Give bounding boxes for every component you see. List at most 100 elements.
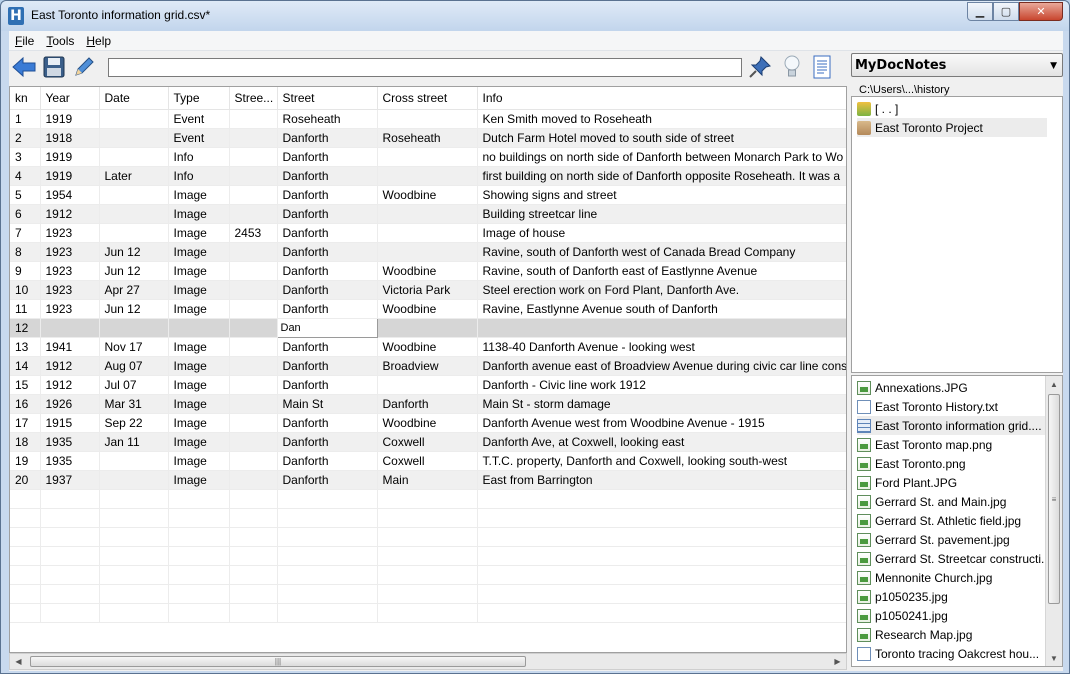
table-cell[interactable]: Jun 12 bbox=[99, 242, 169, 262]
table-cell[interactable]: 1935 bbox=[40, 451, 100, 471]
table-cell[interactable]: Image bbox=[168, 451, 230, 471]
table-cell[interactable]: Image of house bbox=[477, 223, 846, 243]
table-cell[interactable] bbox=[377, 147, 478, 167]
scroll-up-icon[interactable]: ▲ bbox=[1046, 376, 1062, 392]
table-cell[interactable]: 20 bbox=[10, 470, 41, 490]
scroll-left-icon[interactable]: ◀ bbox=[10, 654, 27, 669]
table-cell[interactable] bbox=[377, 109, 478, 129]
table-cell[interactable] bbox=[229, 432, 278, 452]
pushpin-icon[interactable] bbox=[747, 54, 773, 80]
table-cell[interactable]: 1923 bbox=[40, 242, 100, 262]
data-grid[interactable]: kn Year Date Type Stree... Street Cross street… bbox=[9, 86, 847, 653]
table-cell[interactable]: Image bbox=[168, 204, 230, 224]
table-cell[interactable]: Main bbox=[377, 470, 478, 490]
table-cell[interactable]: 1912 bbox=[40, 204, 100, 224]
table-cell[interactable] bbox=[229, 204, 278, 224]
table-cell[interactable]: Jun 12 bbox=[99, 261, 169, 281]
lightbulb-icon[interactable] bbox=[779, 54, 805, 80]
table-cell[interactable]: Danforth bbox=[377, 394, 478, 414]
menu-help[interactable]: Help bbox=[80, 34, 117, 48]
table-cell[interactable]: Danforth bbox=[277, 128, 378, 148]
column-header[interactable]: Cross street bbox=[377, 87, 478, 110]
table-cell[interactable]: Woodbine bbox=[377, 185, 478, 205]
file-item[interactable]: p1050241.jpg bbox=[857, 606, 1045, 625]
table-cell[interactable] bbox=[377, 204, 478, 224]
table-cell[interactable]: 1912 bbox=[40, 375, 100, 395]
table-cell[interactable] bbox=[229, 318, 278, 338]
vertical-scrollbar[interactable]: ▲ ≡ ▼ bbox=[1045, 376, 1062, 666]
table-cell[interactable]: 1954 bbox=[40, 185, 100, 205]
table-cell[interactable]: Info bbox=[168, 166, 230, 186]
table-row[interactable]: 19 1935 Image Danforth Coxwell T.T.C. propert… bbox=[10, 451, 846, 471]
table-cell[interactable]: Danforth bbox=[277, 166, 378, 186]
table-cell[interactable]: Image bbox=[168, 394, 230, 414]
table-cell[interactable] bbox=[99, 128, 169, 148]
notes-page-icon[interactable] bbox=[809, 54, 835, 80]
table-cell[interactable]: Danforth bbox=[277, 375, 378, 395]
table-cell[interactable]: Woodbine bbox=[377, 261, 478, 281]
table-cell[interactable]: 1926 bbox=[40, 394, 100, 414]
table-cell[interactable]: Jan 11 bbox=[99, 432, 169, 452]
table-cell[interactable]: Ken Smith moved to Roseheath bbox=[477, 109, 846, 129]
table-row[interactable]: 2 1918 Event Danforth Roseheath Dutch Farm Ho… bbox=[10, 128, 846, 148]
file-item[interactable]: Gerrard St. Athletic field.jpg bbox=[857, 511, 1045, 530]
table-row[interactable]: 7 1923 Image 2453 Danforth Image of house bbox=[10, 223, 846, 243]
table-cell[interactable]: 14 bbox=[10, 356, 41, 376]
table-cell[interactable]: 18 bbox=[10, 432, 41, 452]
table-row[interactable]: 4 1919 Later Info Danforth first building on … bbox=[10, 166, 846, 186]
table-cell[interactable]: 5 bbox=[10, 185, 41, 205]
table-row[interactable]: 1 1919 Event Roseheath Ken Smith moved to Ro… bbox=[10, 109, 846, 129]
table-cell[interactable]: Victoria Park bbox=[377, 280, 478, 300]
table-cell[interactable]: 1 bbox=[10, 109, 41, 129]
table-cell[interactable] bbox=[229, 451, 278, 471]
table-cell[interactable]: 19 bbox=[10, 451, 41, 471]
table-cell[interactable] bbox=[99, 109, 169, 129]
file-item[interactable]: Mennonite Church.jpg bbox=[857, 568, 1045, 587]
file-item[interactable]: East Toronto information grid.... bbox=[857, 416, 1045, 435]
table-cell[interactable]: Roseheath bbox=[377, 128, 478, 148]
path-input[interactable] bbox=[108, 58, 742, 77]
table-cell[interactable]: Broadview bbox=[377, 356, 478, 376]
file-item[interactable]: Gerrard St. and Main.jpg bbox=[857, 492, 1045, 511]
table-cell[interactable]: Coxwell bbox=[377, 451, 478, 471]
table-cell[interactable]: Danforth bbox=[277, 242, 378, 262]
cell-editor[interactable]: Dan bbox=[276, 317, 378, 338]
table-cell[interactable]: Woodbine bbox=[377, 299, 478, 319]
table-cell[interactable]: 1937 bbox=[40, 470, 100, 490]
horizontal-scrollbar[interactable]: ◀ ||| ▶ bbox=[9, 653, 847, 670]
table-cell[interactable]: Image bbox=[168, 413, 230, 433]
table-cell[interactable] bbox=[229, 261, 278, 281]
table-cell[interactable] bbox=[229, 470, 278, 490]
table-cell[interactable] bbox=[99, 185, 169, 205]
table-cell[interactable]: Showing signs and street bbox=[477, 185, 846, 205]
table-cell[interactable]: Danforth - Civic line work 1912 bbox=[477, 375, 846, 395]
table-cell[interactable]: Image bbox=[168, 356, 230, 376]
table-cell[interactable]: Danforth bbox=[277, 432, 378, 452]
table-cell[interactable]: 1915 bbox=[40, 413, 100, 433]
table-cell[interactable]: Image bbox=[168, 223, 230, 243]
table-cell[interactable]: 2 bbox=[10, 128, 41, 148]
table-cell[interactable]: 11 bbox=[10, 299, 41, 319]
table-cell[interactable]: Nov 17 bbox=[99, 337, 169, 357]
file-item[interactable]: Ford Plant.JPG bbox=[857, 473, 1045, 492]
table-cell[interactable]: Mar 31 bbox=[99, 394, 169, 414]
column-header[interactable]: Date bbox=[99, 87, 169, 110]
table-cell[interactable]: Image bbox=[168, 337, 230, 357]
table-cell[interactable]: Steel erection work on Ford Plant, Danfo… bbox=[477, 280, 846, 300]
table-cell[interactable] bbox=[229, 413, 278, 433]
table-cell[interactable] bbox=[229, 299, 278, 319]
table-cell[interactable]: Danforth bbox=[277, 470, 378, 490]
folder-item[interactable]: [ . . ] bbox=[857, 99, 1047, 118]
table-row[interactable]: 10 1923 Apr 27 Image Danforth Victoria Park St… bbox=[10, 280, 846, 300]
vertical-scroll-thumb[interactable]: ≡ bbox=[1048, 394, 1060, 604]
scroll-right-icon[interactable]: ▶ bbox=[829, 654, 846, 669]
table-cell[interactable]: 12 bbox=[10, 318, 41, 338]
table-cell[interactable] bbox=[229, 337, 278, 357]
pencil-edit-icon[interactable] bbox=[71, 54, 97, 80]
table-cell[interactable]: Event bbox=[168, 128, 230, 148]
table-row[interactable]: 20 1937 Image Danforth Main East from Barring… bbox=[10, 470, 846, 490]
table-cell[interactable]: Building streetcar line bbox=[477, 204, 846, 224]
table-cell[interactable]: 1923 bbox=[40, 280, 100, 300]
table-cell[interactable]: Danforth bbox=[277, 356, 378, 376]
table-cell[interactable]: Danforth bbox=[277, 299, 378, 319]
